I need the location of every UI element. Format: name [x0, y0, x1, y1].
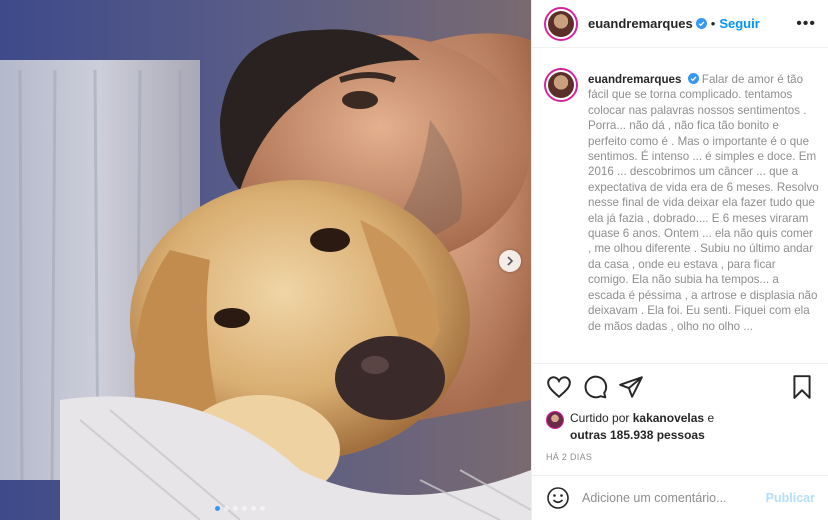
emoji-icon[interactable] [546, 486, 570, 510]
caption-username[interactable]: euandremarques [588, 73, 681, 86]
caption-text: euandremarques Falar de amor é tão fácil… [588, 60, 819, 363]
post-header: euandremarques • Seguir ••• [532, 0, 828, 48]
carousel-dot [233, 506, 238, 511]
verified-badge-icon [695, 18, 707, 29]
bookmark-icon[interactable] [789, 374, 815, 400]
username-link[interactable]: euandremarques [588, 16, 693, 31]
comment-input[interactable] [582, 491, 757, 505]
post-timestamp[interactable]: HÁ 2 DIAS [546, 452, 592, 462]
more-options-icon[interactable]: ••• [796, 16, 816, 32]
action-bar [532, 363, 828, 409]
likes-prefix: Curtido por [570, 411, 630, 425]
carousel-dot [251, 506, 256, 511]
chevron-right-icon [507, 256, 514, 266]
verified-badge-icon [687, 73, 699, 84]
comment-bar: Publicar [532, 475, 828, 520]
comment-icon[interactable] [582, 374, 608, 400]
post-photo[interactable] [0, 0, 531, 520]
avatar-image [548, 72, 574, 98]
avatar-image [548, 10, 574, 37]
carousel-dot [215, 506, 220, 511]
heart-icon[interactable] [546, 374, 572, 400]
likes-conj: e [707, 411, 715, 425]
post-side-panel: euandremarques • Seguir ••• euandremarqu… [531, 0, 828, 520]
liker-username[interactable]: kakanovelas [633, 411, 704, 425]
caption-avatar[interactable] [544, 68, 578, 102]
next-slide-button[interactable] [499, 250, 521, 272]
carousel-indicator [215, 506, 265, 511]
publish-button[interactable]: Publicar [766, 491, 815, 505]
post-image [0, 0, 531, 520]
share-icon[interactable] [618, 374, 644, 400]
likes-text: Curtido por kakanovelas e outras 185.938… [570, 410, 714, 444]
caption-body: Falar de amor é tão fácil que se torna c… [588, 73, 819, 333]
avatar[interactable] [544, 6, 578, 41]
likes-summary: Curtido por kakanovelas e outras 185.938… [546, 410, 714, 444]
likes-others-link[interactable]: outras 185.938 pessoas [570, 428, 705, 442]
follow-button[interactable]: Seguir [719, 16, 759, 31]
carousel-dot [260, 506, 265, 511]
carousel-dot [224, 506, 229, 511]
separator-dot: • [710, 16, 716, 31]
caption-section: euandremarques Falar de amor é tão fácil… [532, 60, 828, 363]
liker-avatar[interactable] [546, 411, 564, 429]
carousel-dot [242, 506, 247, 511]
